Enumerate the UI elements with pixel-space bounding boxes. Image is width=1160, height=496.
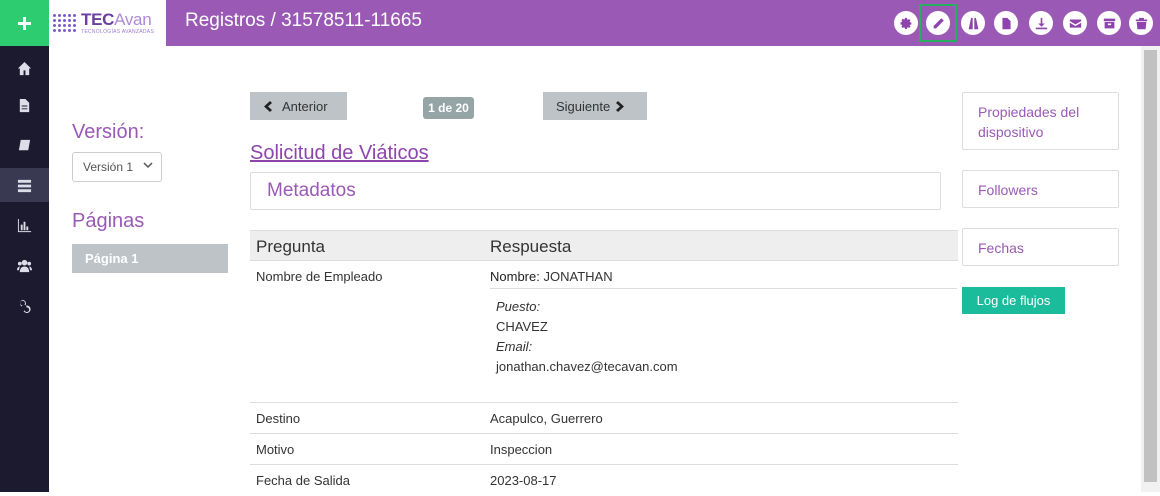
- answer-departure-date: 2023-08-17: [490, 473, 557, 488]
- add-button[interactable]: [0, 0, 49, 46]
- edit-button[interactable]: [926, 11, 950, 35]
- download-icon: [1035, 17, 1047, 29]
- file-icon: [1001, 17, 1011, 29]
- page-counter: 1 de 20: [423, 97, 474, 119]
- metadata-panel[interactable]: Metadatos: [250, 172, 941, 210]
- logo-mark: [53, 14, 76, 32]
- table-header: Pregunta Respuesta: [250, 230, 958, 261]
- sidebar-item-reports[interactable]: [0, 208, 49, 242]
- table-row: Destino Acapulco, Guerrero: [250, 403, 958, 434]
- logo-text-avan: Avan: [114, 10, 152, 29]
- archive-button[interactable]: [1097, 11, 1121, 35]
- list-icon: [17, 179, 32, 192]
- version-select[interactable]: Versión 1: [72, 152, 162, 182]
- question-employee: Nombre de Empleado: [256, 269, 383, 284]
- logo[interactable]: TECAvan TECNOLOGÍAS AVANZADAS: [49, 0, 166, 46]
- delete-button[interactable]: [1129, 11, 1153, 35]
- question-departure-date: Fecha de Salida: [256, 473, 350, 488]
- settings-button[interactable]: [894, 11, 918, 35]
- bar-chart-icon: [17, 218, 32, 232]
- users-icon: [17, 259, 32, 272]
- version-title: Versión:: [72, 121, 145, 143]
- book-icon: [18, 139, 31, 150]
- answer-reason: Inspeccion: [490, 442, 553, 457]
- link-icon: [20, 299, 31, 313]
- download-button[interactable]: [1029, 11, 1053, 35]
- archive-icon: [1103, 18, 1115, 28]
- sidebar-item-home[interactable]: [0, 51, 49, 85]
- sidebar: [0, 46, 49, 492]
- table-row: Nombre de Empleado Nombre: JONATHAN Pues…: [250, 261, 958, 403]
- scrollbar-thumb[interactable]: [1144, 50, 1157, 482]
- logo-subtitle: TECNOLOGÍAS AVANZADAS: [81, 29, 155, 35]
- email-button[interactable]: [1063, 11, 1087, 35]
- document-icon: [19, 98, 30, 112]
- dates-panel[interactable]: Fechas: [962, 228, 1119, 266]
- plus-icon: [18, 16, 31, 30]
- trash-icon: [1135, 17, 1147, 29]
- chevron-left-icon: [264, 100, 272, 112]
- envelope-icon: [1069, 18, 1081, 28]
- form-title-link[interactable]: Solicitud de Viáticos: [250, 142, 429, 165]
- table-row: Motivo Inspeccion: [250, 434, 958, 465]
- question-reason: Motivo: [256, 442, 295, 457]
- road-icon: [968, 17, 978, 29]
- answer-destination: Acapulco, Guerrero: [490, 411, 603, 426]
- previous-button[interactable]: Anterior: [250, 92, 347, 120]
- employee-name-value: JONATHAN: [543, 269, 613, 284]
- page-title: Registros / 31578511-11665: [185, 10, 422, 31]
- followers-panel[interactable]: Followers: [962, 170, 1119, 208]
- question-destination: Destino: [256, 411, 301, 426]
- employee-position-label: Puesto:: [496, 299, 541, 314]
- gear-icon: [899, 17, 911, 29]
- scrollbar[interactable]: [1141, 46, 1160, 492]
- version-select-value: Versión 1: [83, 160, 134, 174]
- sidebar-item-books[interactable]: [0, 128, 49, 162]
- sidebar-item-documents[interactable]: [0, 88, 49, 122]
- employee-name-label: Nombre:: [490, 269, 540, 284]
- header-question: Pregunta: [256, 237, 325, 256]
- sidebar-item-records[interactable]: [0, 168, 49, 202]
- employee-email-label: Email:: [496, 339, 533, 354]
- table-row: Fecha de Salida 2023-08-17: [250, 465, 958, 496]
- responses-table: Pregunta Respuesta Nombre de Empleado No…: [250, 230, 958, 496]
- device-properties-panel[interactable]: Propiedades del dispositivo: [962, 92, 1119, 150]
- chevron-right-icon: [616, 100, 625, 112]
- chevron-down-icon: [143, 162, 153, 169]
- employee-email-value: jonathan.chavez@tecavan.com: [496, 359, 678, 374]
- pages-title: Páginas: [72, 210, 145, 232]
- logo-text-tec: TEC: [81, 10, 115, 29]
- header-answer: Respuesta: [490, 237, 572, 256]
- page-item-1[interactable]: Página 1: [72, 244, 228, 273]
- pencil-icon: [933, 17, 944, 28]
- route-button[interactable]: [961, 11, 985, 35]
- sidebar-item-users[interactable]: [0, 248, 49, 282]
- previous-label: Anterior: [282, 98, 328, 114]
- home-icon: [17, 61, 32, 75]
- top-bar: TECAvan TECNOLOGÍAS AVANZADAS Registros …: [0, 0, 1160, 46]
- flow-log-button[interactable]: Log de flujos: [962, 287, 1065, 314]
- file-button[interactable]: [994, 11, 1018, 35]
- next-button[interactable]: Siguiente: [543, 92, 647, 120]
- sidebar-item-links[interactable]: [0, 288, 49, 322]
- employee-position-value: CHAVEZ: [496, 319, 548, 334]
- next-label: Siguiente: [556, 98, 611, 114]
